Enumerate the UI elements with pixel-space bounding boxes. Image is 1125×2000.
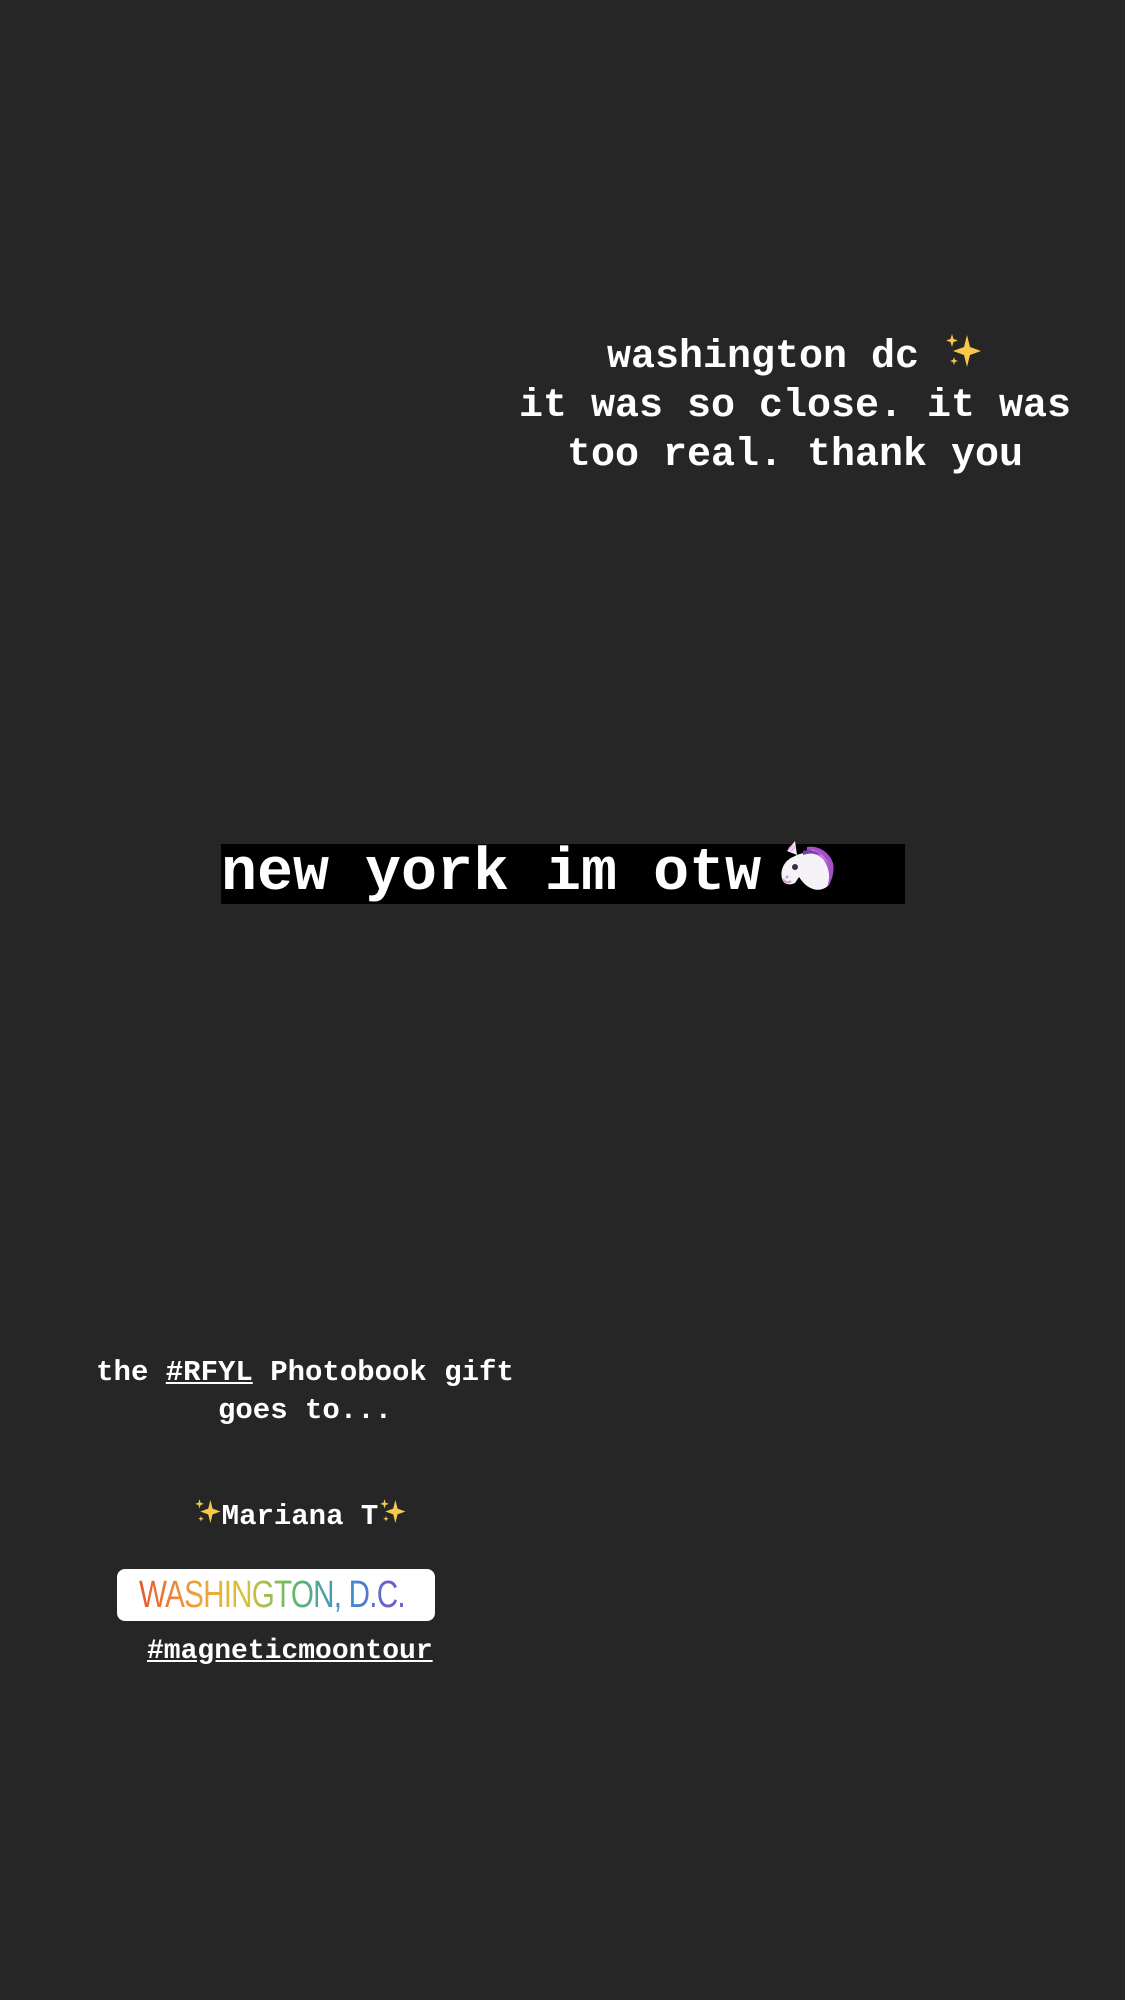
banner-text: new york im otw [221,840,762,908]
gift-caption-line-1: the #RFYL Photobook gift [96,1356,514,1389]
winner-name: Mariana T [150,1497,450,1537]
hashtag-rfyl[interactable]: #RFYL [166,1356,253,1389]
location-sticker[interactable]: WASHINGTON, D.C. [117,1569,435,1621]
location-label: WASHINGTON, D.C. [139,1569,406,1621]
sparkles-emoji-icon [193,1497,222,1526]
sparkles-emoji-icon [943,331,983,371]
caption-line-2: it was so close. it was [518,384,1072,429]
gift-caption: the #RFYL Photobook gift goes to... [60,1354,550,1430]
caption-washington: washington dc it was so close. it was to… [480,331,1110,480]
gift-caption-line-2: goes to... [217,1394,393,1427]
sparkles-emoji-icon [378,1497,407,1526]
hashtag-magneticmoontour[interactable]: #magneticmoontour [147,1634,433,1670]
winner-name-text: Mariana T [221,1500,379,1533]
text-banner: new york im otw [221,840,905,908]
unicorn-emoji-icon [773,837,839,903]
caption-line-3: too real. thank you [566,433,1024,478]
story-canvas: washington dc it was so close. it was to… [0,0,1125,2000]
caption-line-1: washington dc [480,331,1110,382]
